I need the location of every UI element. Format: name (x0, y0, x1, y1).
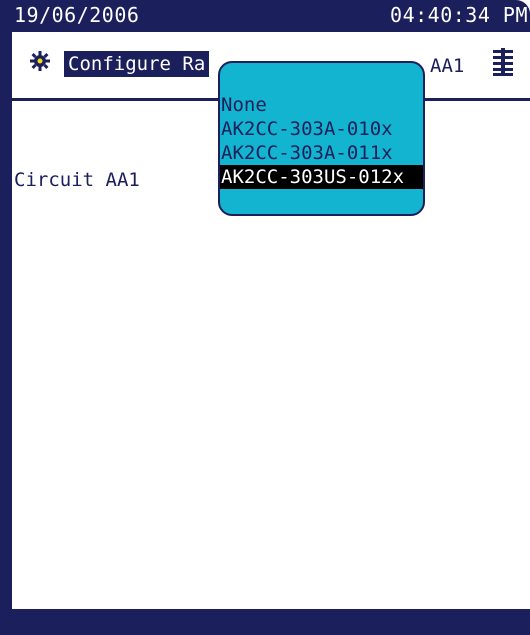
grid-icon[interactable] (490, 48, 516, 76)
gear-icon[interactable] (28, 49, 52, 73)
page-title-suffix: AA1 (430, 55, 465, 77)
model-dropdown[interactable]: None AK2CC-303A-010x AK2CC-303A-011x AK2… (218, 61, 425, 216)
dropdown-option[interactable]: None (220, 93, 423, 117)
bottom-bar (0, 609, 530, 635)
page-title: Configure Ra (64, 51, 210, 77)
dropdown-option[interactable]: AK2CC-303A-010x (220, 117, 423, 141)
device-screen: 19/06/2006 04:40:34 PM Configure Ra AA1 … (0, 0, 530, 635)
status-date: 19/06/2006 (14, 3, 140, 27)
left-frame-edge (0, 0, 12, 635)
status-bar: 19/06/2006 04:40:34 PM (0, 0, 530, 32)
dropdown-options: None AK2CC-303A-010x AK2CC-303A-011x AK2… (220, 93, 423, 189)
circuit-label: Circuit AA1 (14, 169, 140, 191)
status-time: 04:40:34 PM (390, 3, 528, 27)
dropdown-option[interactable]: AK2CC-303A-011x (220, 141, 423, 165)
dropdown-option[interactable]: AK2CC-303US-012x (220, 165, 423, 189)
